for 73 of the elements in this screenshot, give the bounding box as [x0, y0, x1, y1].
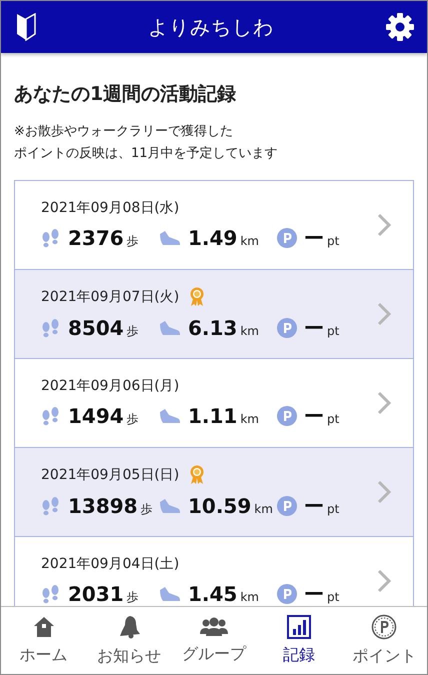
points-unit: pt [327, 502, 340, 516]
bar-chart-icon [287, 615, 312, 639]
step-unit: 歩 [126, 589, 139, 606]
settings-icon[interactable] [385, 12, 415, 42]
chevron-right-icon [377, 213, 391, 237]
group-icon [200, 616, 228, 638]
point-icon [277, 318, 297, 338]
point-icon [277, 228, 297, 248]
points-unit: pt [327, 590, 340, 604]
point-icon [277, 496, 297, 516]
record-date: 2021年09月08日(水) [41, 198, 180, 216]
step-count: 2031 [68, 582, 124, 606]
distance-value: 1.11 [188, 404, 238, 428]
step-count: 2376 [68, 226, 124, 250]
points-value: ー [304, 492, 324, 520]
point-icon [371, 614, 398, 640]
tab-button[interactable]: お知らせ [86, 607, 172, 674]
distance-unit: km [240, 412, 259, 426]
chevron-right-icon [377, 391, 391, 415]
record-row[interactable]: 2021年09月05日(日) 13898 歩 10.59 km ー pt [15, 448, 413, 537]
home-icon [32, 615, 56, 639]
chevron-right-icon [377, 302, 391, 326]
record-date: 2021年09月05日(日) [41, 466, 180, 484]
beginner-mark-icon[interactable] [15, 13, 37, 41]
footprints-icon [41, 584, 61, 604]
record-date: 2021年09月04日(土) [41, 554, 180, 572]
sneaker-icon [159, 229, 181, 247]
sneaker-icon [159, 585, 181, 603]
distance-value: 1.45 [188, 582, 238, 606]
medal-icon [189, 286, 206, 306]
tab-button[interactable]: ホーム [1, 607, 86, 674]
points-unit: pt [327, 234, 340, 248]
points-value: ー [304, 402, 324, 430]
step-count: 1494 [68, 404, 124, 428]
points-value: ー [304, 224, 324, 252]
app-title: よりみちしわ [148, 14, 274, 40]
distance-value: 1.49 [188, 226, 238, 250]
point-icon [277, 406, 297, 426]
tab-button[interactable]: グループ [171, 607, 257, 674]
sneaker-icon [159, 319, 181, 337]
points-value: ー [304, 314, 324, 342]
step-unit: 歩 [140, 501, 153, 518]
medal-icon [189, 464, 206, 484]
distance-value: 10.59 [188, 494, 252, 518]
step-unit: 歩 [126, 323, 139, 340]
notice-text: ※お散歩やウォークラリーで獲得した ポイントの反映は、11月中を予定しています [14, 123, 279, 163]
tab-button[interactable]: 記録 [256, 607, 342, 674]
record-row[interactable]: 2021年09月07日(火) 8504 歩 6.13 km ー pt [15, 270, 413, 359]
chevron-right-icon [377, 569, 391, 593]
footprints-icon [41, 496, 61, 516]
footprints-icon [41, 228, 61, 248]
step-unit: 歩 [126, 233, 139, 250]
record-date: 2021年09月07日(火) [41, 288, 180, 306]
distance-unit: km [254, 502, 273, 516]
sneaker-icon [159, 497, 181, 515]
sneaker-icon [159, 407, 181, 425]
points-value: ー [304, 580, 324, 606]
points-unit: pt [327, 324, 340, 338]
distance-unit: km [240, 590, 259, 604]
step-count: 13898 [68, 494, 138, 518]
section-heading: あなたの1週間の活動記録 [14, 82, 238, 107]
chevron-right-icon [377, 480, 391, 504]
distance-unit: km [240, 324, 259, 338]
points-unit: pt [327, 412, 340, 426]
footprints-icon [41, 318, 61, 338]
point-icon [277, 584, 297, 604]
step-unit: 歩 [126, 411, 139, 428]
footprints-icon [41, 406, 61, 426]
step-count: 8504 [68, 316, 124, 340]
tab-button[interactable]: ポイント [342, 607, 427, 674]
distance-unit: km [240, 234, 259, 248]
distance-value: 6.13 [188, 316, 238, 340]
record-date: 2021年09月06日(月) [41, 376, 180, 394]
